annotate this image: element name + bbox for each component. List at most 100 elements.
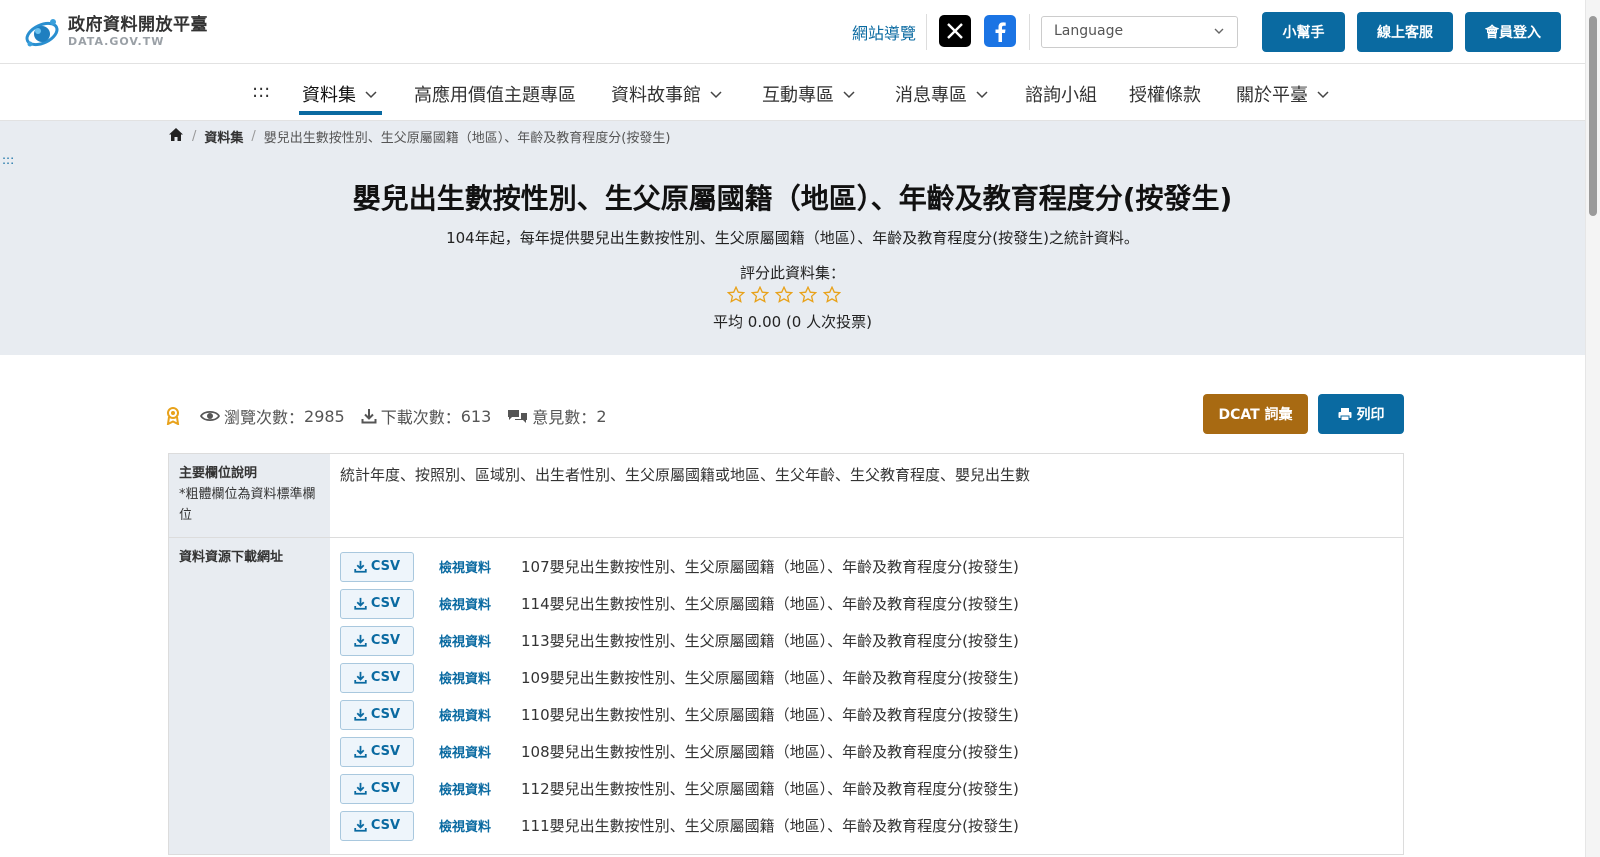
dataset-description: 104年起，每年提供嬰兒出生數按性別、生父原屬國籍（地區）、年齡及教育程度分(按…: [446, 229, 1139, 247]
view-data-link[interactable]: 檢視資料: [439, 594, 521, 613]
csv-label: CSV: [370, 596, 401, 611]
facebook-icon[interactable]: [984, 15, 1016, 47]
logo-icon: [22, 12, 62, 52]
logo-subtitle: DATA.GOV.TW: [68, 35, 165, 49]
view-data-link[interactable]: 檢視資料: [439, 779, 521, 798]
csv-download-button[interactable]: CSV: [340, 625, 414, 656]
resource-name: 108嬰兒出生數按性別、生父原屬國籍（地區）、年齡及教育程度分(按發生): [521, 743, 1019, 761]
nav-item-news[interactable]: 消息專區: [895, 81, 989, 107]
main-nav: ::: 資料集 高應用價值主題專區 資料故事館 互動專區 消息專區 諮詢小組 授…: [0, 64, 1585, 121]
view-data-link[interactable]: 檢視資料: [439, 668, 521, 687]
resource-row: CSV 檢視資料 112嬰兒出生數按性別、生父原屬國籍（地區）、年齡及教育程度分(按…: [340, 770, 1393, 807]
star-icon[interactable]: [775, 286, 793, 304]
csv-label: CSV: [370, 707, 401, 722]
member-login-button[interactable]: 會員登入: [1465, 12, 1561, 52]
helper-button[interactable]: 小幫手: [1262, 12, 1345, 52]
breadcrumb-current: 嬰兒出生數按性別、生父原屬國籍（地區）、年齡及教育程度分(按發生): [263, 131, 671, 146]
comment-count-label: 意見數：: [532, 408, 597, 427]
sitemap-link[interactable]: 網站導覽: [852, 20, 916, 44]
download-count: 下載次數： 613: [361, 404, 492, 428]
view-data-link[interactable]: 檢視資料: [439, 742, 521, 761]
award-badge: [166, 407, 184, 425]
download-icon: [354, 782, 367, 795]
resource-name: 113嬰兒出生數按性別、生父原屬國籍（地區）、年齡及教育程度分(按發生): [521, 632, 1019, 650]
content-accesskey[interactable]: :::: [2, 153, 14, 167]
breadcrumb: / 資料集 / 嬰兒出生數按性別、生父原屬國籍（地區）、年齡及教育程度分(按發生…: [168, 127, 670, 146]
csv-download-button[interactable]: CSV: [340, 699, 414, 730]
csv-download-button[interactable]: CSV: [340, 736, 414, 767]
resource-name: 112嬰兒出生數按性別、生父原屬國籍（地區）、年齡及教育程度分(按發生): [521, 780, 1019, 798]
divider: [926, 14, 927, 50]
language-select-value: Language: [1054, 23, 1124, 39]
chevron-down-icon: [1317, 91, 1329, 99]
nav-item-advisory[interactable]: 諮詢小組: [1025, 81, 1097, 107]
print-icon: [1338, 408, 1351, 421]
download-count-label: 下載次數：: [380, 408, 461, 427]
csv-download-button[interactable]: CSV: [340, 551, 414, 582]
star-icon[interactable]: [751, 286, 769, 304]
nav-item-label: 消息專區: [895, 85, 967, 106]
x-twitter-icon[interactable]: [939, 15, 971, 47]
view-data-link[interactable]: 檢視資料: [439, 816, 521, 835]
nav-item-high-value[interactable]: 高應用價值主題專區: [414, 81, 576, 107]
view-data-link[interactable]: 檢視資料: [439, 557, 521, 576]
nav-active-indicator: [299, 111, 382, 115]
csv-download-button[interactable]: CSV: [340, 588, 414, 619]
dcat-button[interactable]: DCAT 詞彙: [1203, 394, 1308, 434]
comment-count-value: 2: [596, 406, 607, 426]
resource-row: CSV 檢視資料 114嬰兒出生數按性別、生父原屬國籍（地區）、年齡及教育程度分(按…: [340, 585, 1393, 622]
csv-download-button[interactable]: CSV: [340, 810, 414, 841]
fields-head-label: 主要欄位說明: [179, 466, 258, 481]
csv-download-button[interactable]: CSV: [340, 662, 414, 693]
nav-accesskey[interactable]: :::: [252, 81, 270, 102]
nav-item-license[interactable]: 授權條款: [1129, 81, 1201, 107]
online-service-button[interactable]: 線上客服: [1357, 12, 1453, 52]
csv-label: CSV: [370, 559, 401, 574]
download-icon: [354, 634, 367, 647]
nav-item-label: 資料集: [302, 85, 356, 106]
csv-download-button[interactable]: CSV: [340, 773, 414, 804]
nav-item-label: 互動專區: [762, 85, 834, 106]
scrollbar-thumb[interactable]: [1589, 16, 1597, 216]
download-icon: [354, 560, 367, 573]
table-row: 資料資源下載網址 CSV 檢視資料 107嬰兒出生數按性別、生父原屬國籍（地區）、年…: [169, 538, 1403, 854]
print-button[interactable]: 列印: [1318, 394, 1404, 434]
divider: [1029, 14, 1030, 50]
chevron-down-icon: [976, 91, 988, 99]
view-count-label: 瀏覽次數：: [224, 408, 305, 427]
nav-item-about[interactable]: 關於平臺: [1236, 81, 1330, 107]
resource-name: 109嬰兒出生數按性別、生父原屬國籍（地區）、年齡及教育程度分(按發生): [521, 669, 1019, 687]
rating-label: 評分此資料集：: [739, 264, 845, 282]
chevron-down-icon: [843, 91, 855, 99]
view-data-link[interactable]: 檢視資料: [439, 705, 521, 724]
resource-row: CSV 檢視資料 111嬰兒出生數按性別、生父原屬國籍（地區）、年齡及教育程度分(按…: [340, 807, 1393, 844]
csv-label: CSV: [370, 818, 401, 833]
breadcrumb-datasets[interactable]: 資料集: [204, 127, 243, 146]
rating-stars[interactable]: [727, 286, 841, 304]
nav-item-interactive[interactable]: 互動專區: [762, 81, 856, 107]
site-logo[interactable]: 政府資料開放平臺 DATA.GOV.TW: [22, 12, 208, 52]
page-title: 嬰兒出生數按性別、生父原屬國籍（地區）、年齡及教育程度分(按發生): [352, 182, 1233, 215]
star-icon[interactable]: [799, 286, 817, 304]
page-scrollbar[interactable]: [1585, 0, 1600, 857]
comments-icon: [508, 410, 528, 423]
language-select[interactable]: Language: [1041, 16, 1238, 48]
view-data-link[interactable]: 檢視資料: [439, 631, 521, 650]
nav-item-stories[interactable]: 資料故事館: [611, 81, 723, 107]
dataset-stats: 瀏覽次數： 2985 下載次數： 613 意見數： 2: [166, 404, 623, 428]
download-count-value: 613: [460, 406, 492, 426]
nav-item-datasets[interactable]: 資料集: [302, 81, 378, 107]
fields-head-note: *粗體欄位為資料標準欄位: [179, 486, 316, 523]
chevron-down-icon: [365, 91, 377, 99]
view-count-value: 2985: [304, 406, 345, 426]
resource-row: CSV 檢視資料 113嬰兒出生數按性別、生父原屬國籍（地區）、年齡及教育程度分(按…: [340, 622, 1393, 659]
home-icon[interactable]: [168, 127, 184, 146]
csv-label: CSV: [370, 670, 401, 685]
download-icon: [354, 708, 367, 721]
star-icon[interactable]: [727, 286, 745, 304]
csv-label: CSV: [370, 744, 401, 759]
table-row: 主要欄位說明 *粗體欄位為資料標準欄位 統計年度、按照別、區域別、出生者性別、生…: [169, 454, 1403, 538]
csv-label: CSV: [370, 633, 401, 648]
nav-item-label: 高應用價值主題專區: [414, 85, 576, 106]
star-icon[interactable]: [823, 286, 841, 304]
